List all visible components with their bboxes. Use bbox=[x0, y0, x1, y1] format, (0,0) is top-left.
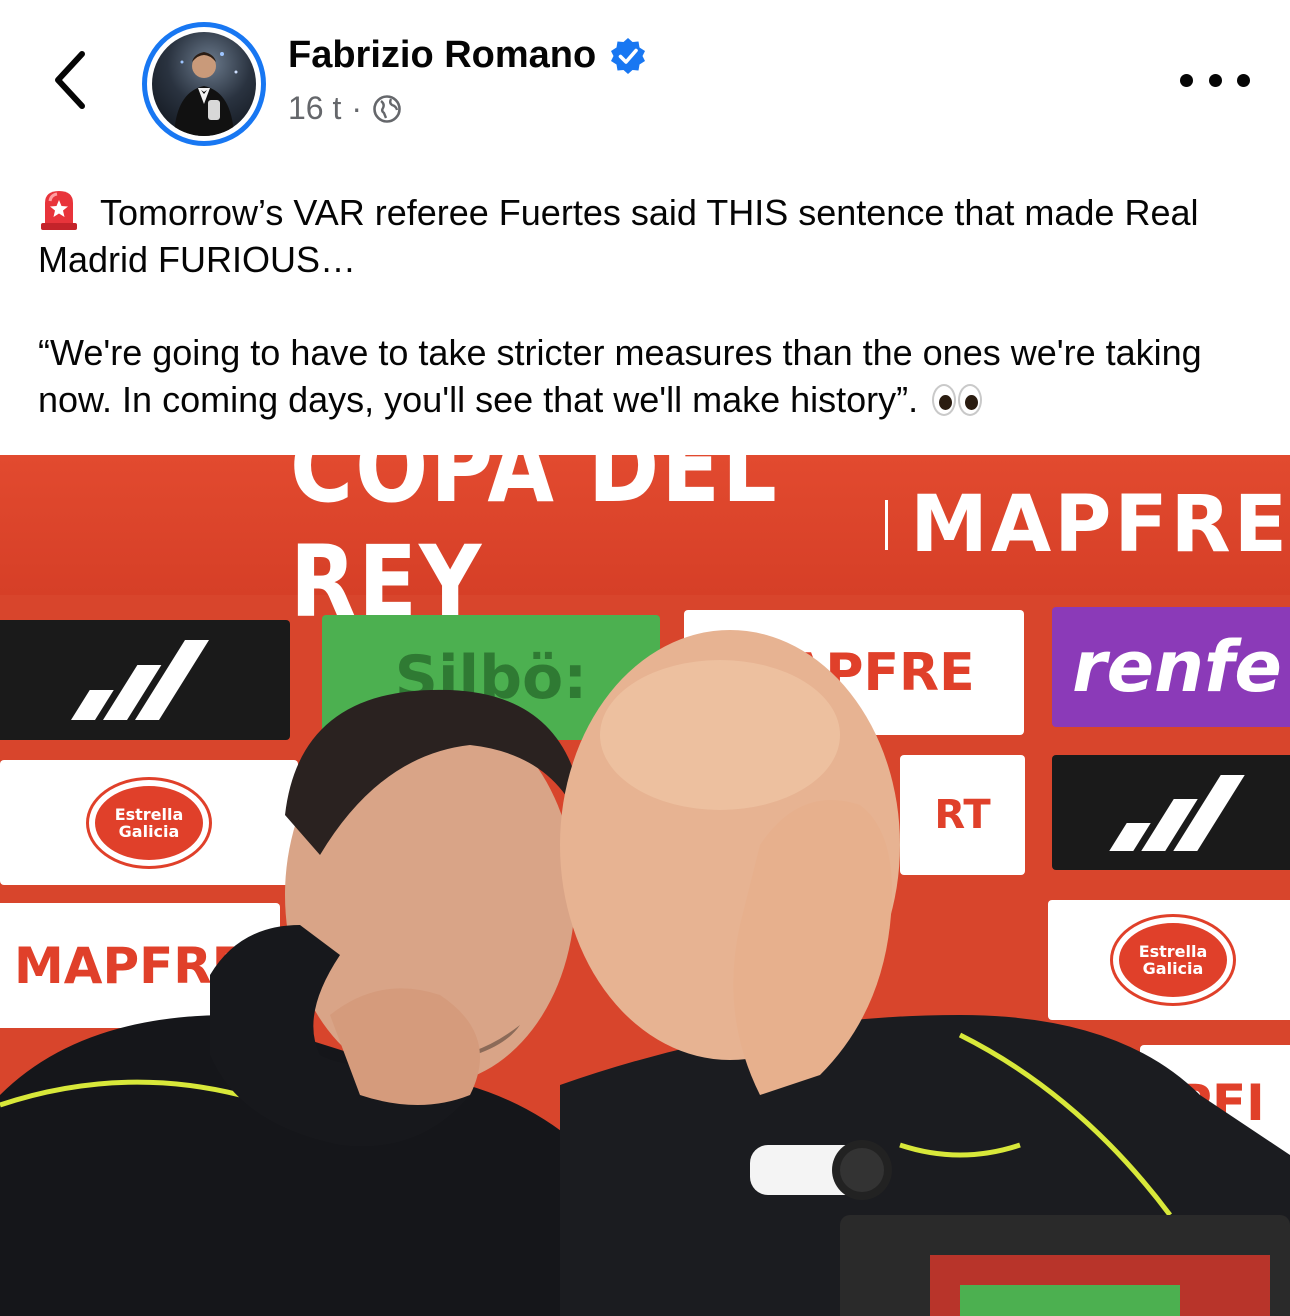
post-paragraph-2: “We're going to have to take stricter me… bbox=[38, 329, 1252, 423]
back-button[interactable] bbox=[40, 40, 100, 120]
avatar-image bbox=[152, 32, 256, 136]
author-name-row[interactable]: Fabrizio Romano bbox=[288, 34, 648, 77]
eye-right bbox=[958, 384, 983, 416]
verified-badge-icon bbox=[611, 37, 646, 74]
post-header: Fabrizio Romano 16 t · bbox=[0, 0, 1290, 165]
post-meta: 16 t · bbox=[288, 90, 402, 127]
more-dot bbox=[1208, 73, 1222, 87]
more-dot bbox=[1237, 73, 1250, 87]
chevron-left-icon bbox=[55, 51, 85, 109]
rotating-light-emoji-icon bbox=[41, 191, 77, 230]
eye-left bbox=[932, 384, 957, 416]
post-photo[interactable]: COPA DEL REY MAPFRE Silbö: MAPFRE renfe … bbox=[0, 455, 1290, 1316]
more-dot bbox=[1180, 73, 1193, 87]
photo-subjects bbox=[0, 630, 1290, 1316]
eyes-emoji-icon bbox=[932, 384, 983, 416]
author-avatar[interactable] bbox=[142, 22, 266, 146]
post-timestamp[interactable]: 16 t bbox=[288, 90, 341, 127]
author-name[interactable]: Fabrizio Romano bbox=[288, 34, 596, 77]
more-options-button[interactable] bbox=[1180, 60, 1250, 100]
globe-icon[interactable] bbox=[372, 94, 402, 124]
post-body: Tomorrow’s VAR referee Fuertes said THIS… bbox=[0, 165, 1290, 423]
meta-separator: · bbox=[351, 90, 363, 126]
post-text-line-2: “We're going to have to take stricter me… bbox=[38, 332, 1202, 420]
avatar-person-icon bbox=[174, 52, 238, 136]
post-paragraph-1: Tomorrow’s VAR referee Fuertes said THIS… bbox=[38, 187, 1252, 283]
post-text-line-1: Tomorrow’s VAR referee Fuertes said THIS… bbox=[38, 192, 1199, 280]
